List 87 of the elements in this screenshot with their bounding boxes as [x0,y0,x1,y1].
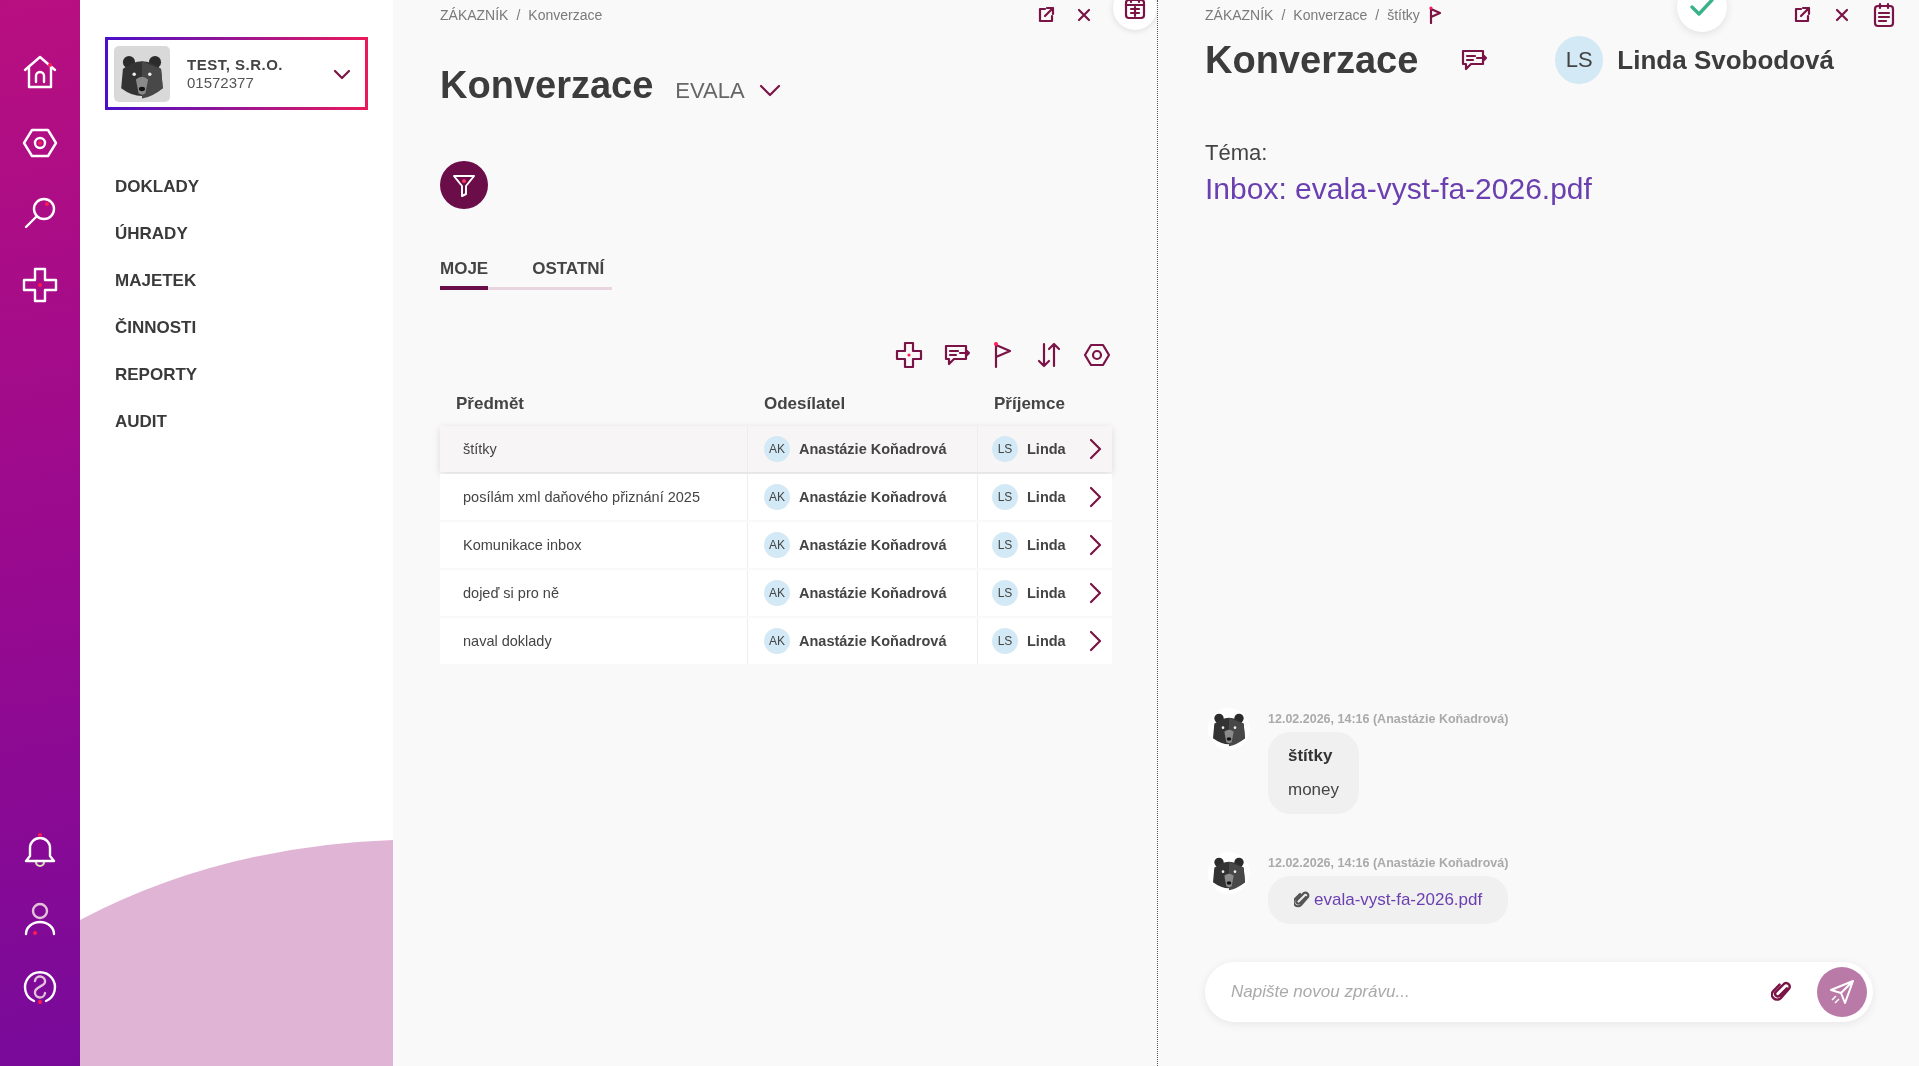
breadcrumb-link[interactable]: ZÁKAZNÍK [1205,7,1274,23]
breadcrumb-link[interactable]: Konverzace [1293,7,1368,23]
person-name: Linda [1027,489,1066,505]
calendar-icon [1124,0,1146,20]
subject-cell: štítky [440,426,748,472]
attachment-link[interactable]: evala-vyst-fa-2026.pdf [1314,890,1483,910]
initials-avatar: AK [764,532,790,558]
person-name: Anastázie Koňadrová [799,441,947,457]
external-link-icon[interactable] [1037,6,1055,24]
chevron-right-icon[interactable] [1088,582,1102,604]
person-name: Anastázie Koňadrová [799,537,947,553]
topic-label: Téma: [1205,140,1269,166]
page-title: Konverzace [440,64,654,107]
filter-icon [451,172,477,198]
initials-avatar: LS [992,628,1018,654]
external-link-icon[interactable] [1793,6,1811,24]
initials-avatar: LS [992,484,1018,510]
check-icon [1689,0,1715,18]
breadcrumb-separator: / [516,7,521,23]
subject-cell: dojeď si pro ně [440,570,748,616]
person-name: Linda [1027,441,1066,457]
person-name: Anastázie Koňadrová [799,489,947,505]
column-header[interactable]: Předmět [440,394,748,426]
nav-item[interactable]: ČINNOSTI [115,317,393,338]
initials-avatar: AK [764,628,790,654]
nav-item[interactable]: REPORTY [115,364,393,385]
assignee-name: Linda Svobodová [1617,44,1834,76]
initials-avatar: AK [764,484,790,510]
initials-avatar: LS [992,580,1018,606]
person-name: Linda [1027,537,1066,553]
send-icon [1828,978,1856,1006]
breadcrumb-link[interactable]: Konverzace [528,7,603,23]
initials-avatar: AK [764,436,790,462]
message-field[interactable]: Napište novou zprávu... [1205,962,1873,1022]
chevron-right-icon[interactable] [1088,486,1102,508]
nav-item[interactable]: AUDIT [115,411,393,432]
subject-cell: posílám xml daňového přiznání 2025 [440,474,748,520]
message-meta: 12.02.2026, 14:16 (Anastázie Koňadrová) [1268,856,1509,870]
company-selector[interactable]: TEST, S.R.O. 01572377 [105,37,368,110]
topic-link[interactable]: Inbox: evala-vyst-fa-2026.pdf [1205,172,1895,206]
company-number: 01572377 [187,74,255,91]
column-header[interactable]: Odesílatel [748,394,978,426]
person-name: Anastázie Koňadrová [799,585,947,601]
subject-cell: naval doklady [440,618,748,664]
table-row[interactable]: štítky AK Anastázie Koňadrová LS Linda [440,426,1112,472]
flag-icon[interactable] [1427,6,1442,24]
breadcrumb-link[interactable]: štítky [1387,7,1420,23]
close-icon[interactable] [1077,8,1091,22]
message-title: štítky [1288,746,1334,766]
tab[interactable]: MOJE [440,259,489,290]
conversation-title: Konverzace [1205,38,1419,82]
chevron-right-icon[interactable] [1088,630,1102,652]
plus-icon[interactable] [20,265,60,305]
close-icon[interactable] [1835,8,1849,22]
table-row[interactable]: naval doklady AK Anastázie Koňadrová LS Linda [440,618,1112,664]
initials-avatar: LS [1555,36,1604,84]
tab[interactable]: OSTATNÍ [532,259,605,290]
chevron-right-icon[interactable] [1088,534,1102,556]
paperclip-icon[interactable] [1771,981,1793,1003]
nav-item[interactable]: ÚHRADY [115,223,393,244]
initials-avatar: AK [764,580,790,606]
initials-avatar: LS [992,532,1018,558]
nav-item[interactable]: MAJETEK [115,270,393,291]
person-name: Anastázie Koňadrová [799,633,947,649]
nav-item[interactable]: DOKLADY [115,176,393,197]
filter-button[interactable] [440,161,488,209]
message-meta: 12.02.2026, 14:16 (Anastázie Koňadrová) [1268,712,1509,726]
initials-avatar: LS [992,436,1018,462]
person-name: Linda [1027,585,1066,601]
chevron-down-icon [333,67,351,80]
column-header[interactable]: Příjemce [978,394,1112,426]
table-row[interactable]: Komunikace inbox AK Anastázie Koňadrová LS Linda [440,522,1112,568]
breadcrumb-separator: / [1375,7,1380,23]
person-name: Linda [1027,633,1066,649]
paperclip-icon [1294,891,1310,909]
chevron-right-icon[interactable] [1088,438,1102,460]
table-row[interactable]: dojeď si pro ně AK Anastázie Koňadrová LS Linda [440,570,1112,616]
breadcrumb-link[interactable]: ZÁKAZNÍK [440,7,509,23]
plus-icon[interactable] [894,340,924,370]
notepad-icon[interactable] [1873,2,1895,28]
scope-dropdown[interactable]: EVALA [675,78,781,104]
table-row[interactable]: posílám xml daňového přiznání 2025 AK Anastázie Koňadrová LS Linda [440,474,1112,520]
chevron-down-icon [758,84,781,98]
message-text: money [1288,780,1340,800]
breadcrumb-separator: / [1281,7,1286,23]
subject-cell: Komunikace inbox [440,522,748,568]
company-name: TEST, S.R.O. [187,56,284,73]
